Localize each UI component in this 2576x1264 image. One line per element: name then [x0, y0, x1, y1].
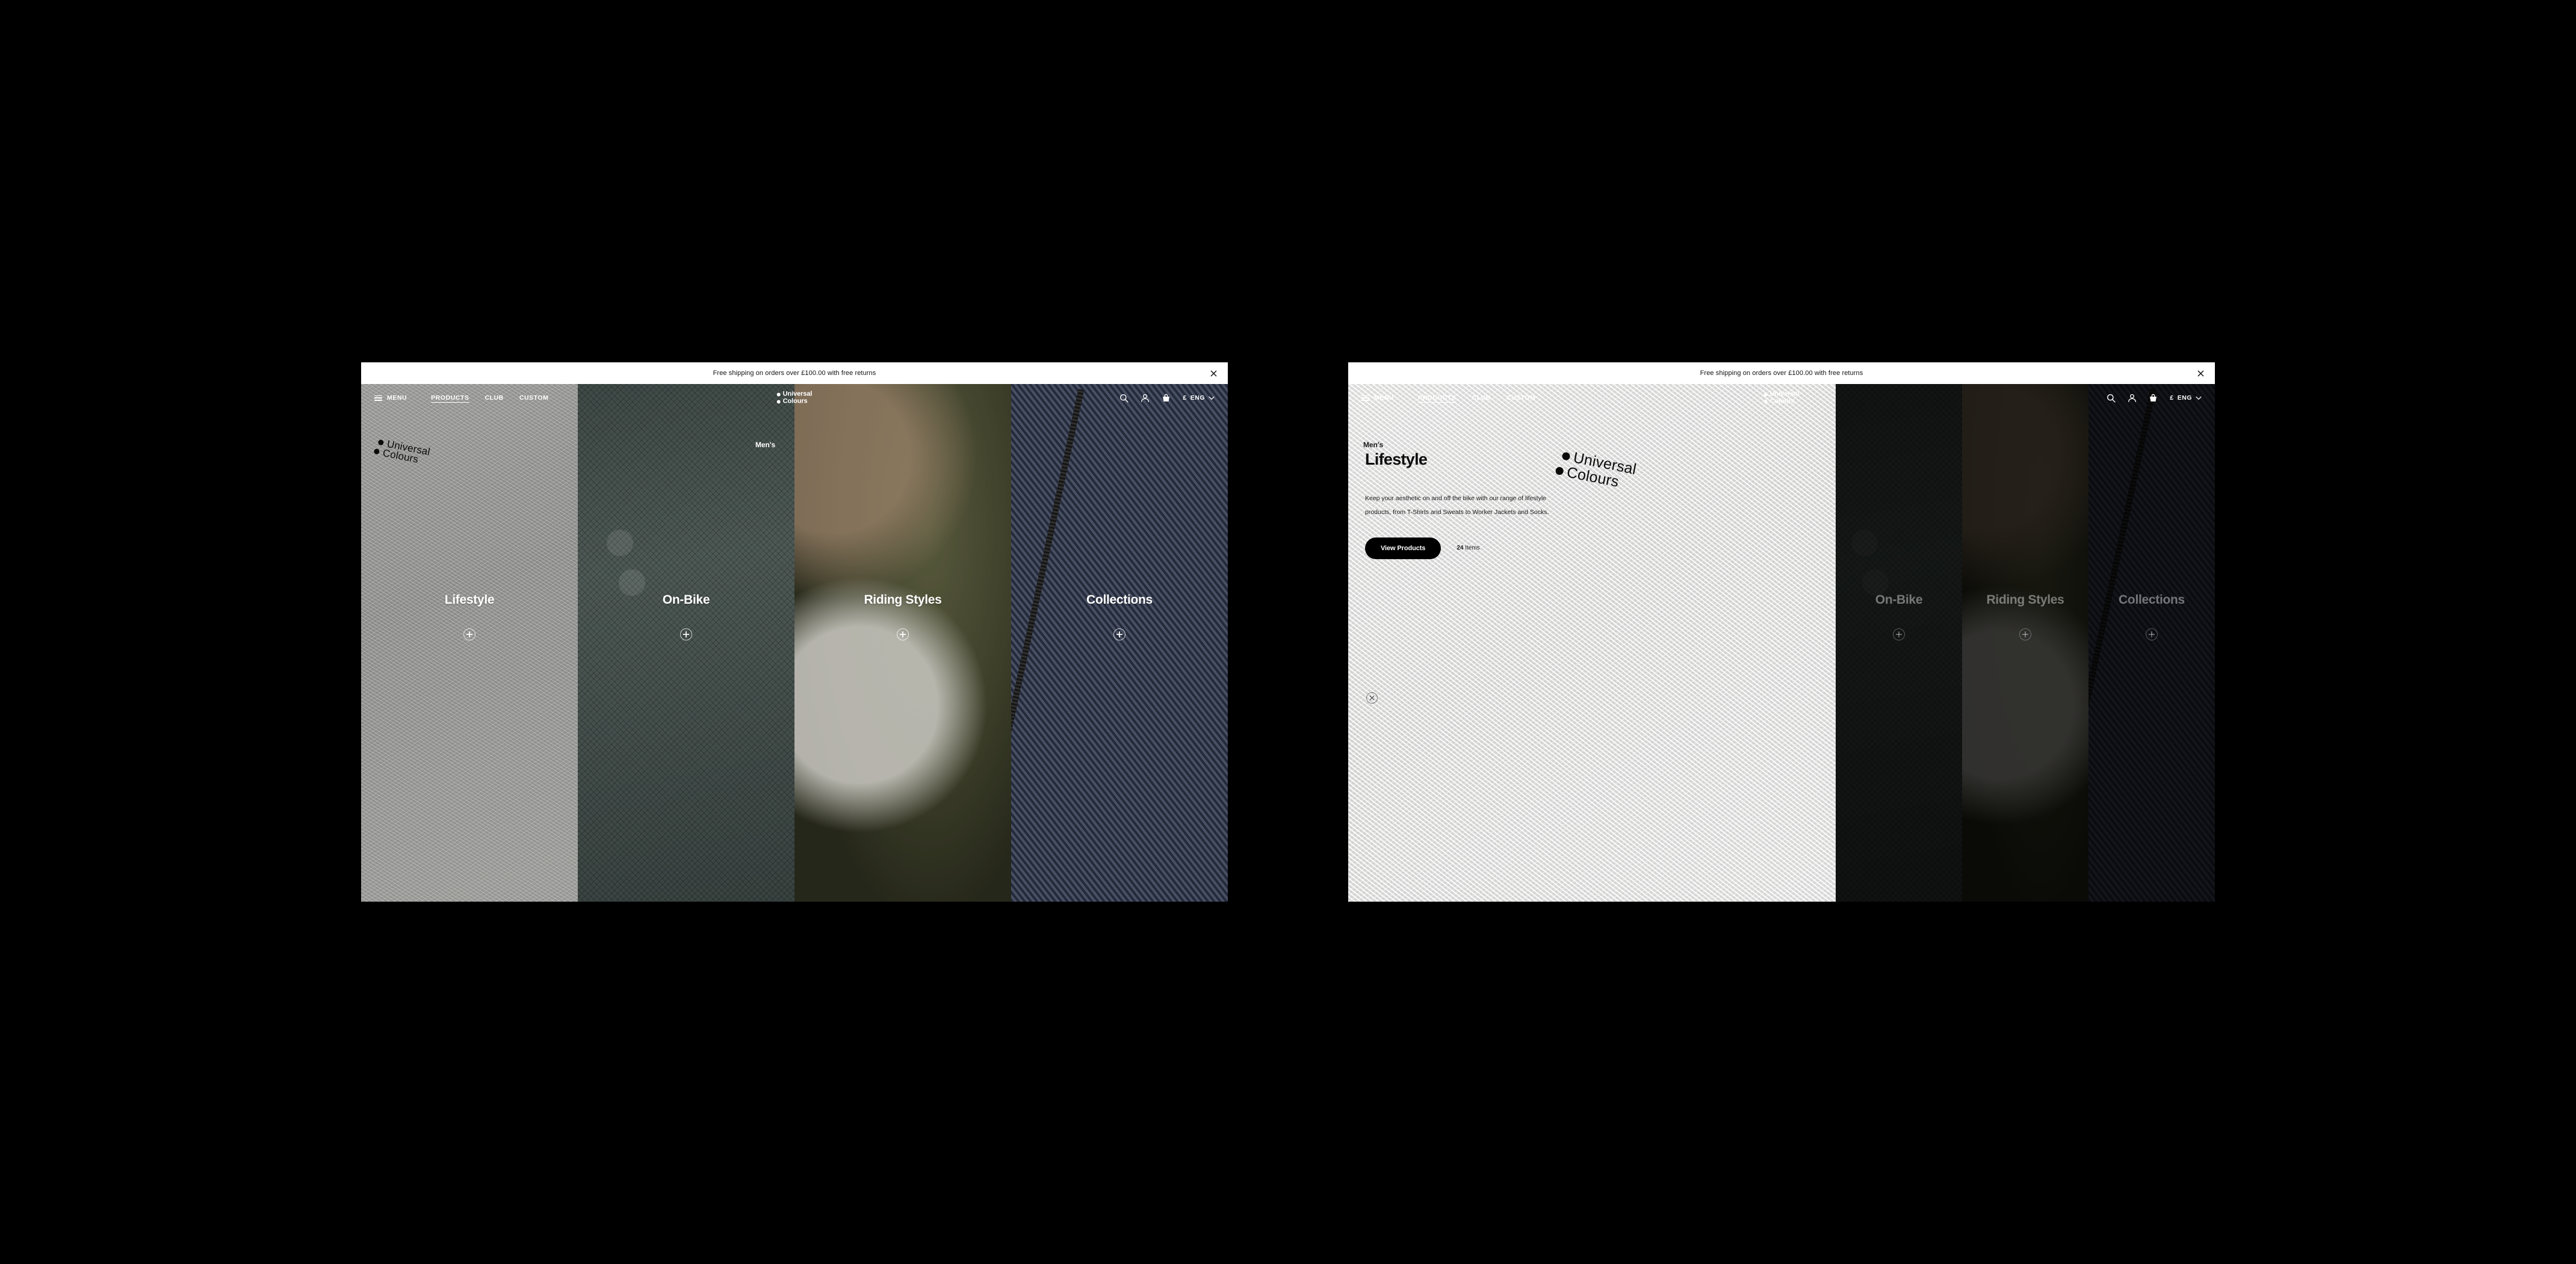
nav-link-club[interactable]: CLUB: [485, 394, 503, 401]
plus-circle-icon[interactable]: [2019, 628, 2031, 640]
category-title: Lifestyle: [444, 593, 495, 607]
brand-logo[interactable]: Universal Colours: [776, 390, 813, 405]
image-scrim: [1962, 384, 2088, 902]
image-scrim: [578, 384, 794, 902]
hamburger-icon: [1361, 395, 1369, 401]
menu-button[interactable]: MENU: [1361, 394, 1394, 401]
chevron-down-icon: [1209, 396, 1215, 400]
category-column-lifestyle[interactable]: Universal Colours Lifestyle: [361, 384, 578, 902]
expanded-title: Lifestyle: [1365, 450, 1428, 468]
currency-symbol: £: [2170, 394, 2174, 401]
currency-symbol: £: [1183, 394, 1187, 401]
category-column-riding-styles[interactable]: Riding Styles: [794, 384, 1011, 902]
locale-selector[interactable]: £ ENG: [1183, 394, 1215, 401]
category-column-collections[interactable]: Collections: [2088, 384, 2215, 902]
plus-circle-icon[interactable]: [1113, 628, 1125, 640]
category-column-riding-styles[interactable]: Riding Styles: [1962, 384, 2088, 902]
nav-left-group: MENU PRODUCTS CLUB CUSTOM: [1361, 394, 1535, 401]
brand-line-2: Colours: [1769, 397, 1795, 405]
nav-links: PRODUCTS CLUB CUSTOM: [431, 394, 548, 401]
nav-link-custom[interactable]: CUSTOM: [1506, 394, 1536, 401]
nav-links: PRODUCTS CLUB CUSTOM: [1418, 394, 1535, 401]
close-icon[interactable]: [1209, 368, 1218, 378]
category-title: On-Bike: [1875, 593, 1923, 607]
brand-dot-icon: [1763, 392, 1768, 396]
brand-logo[interactable]: Universal Colours: [1763, 390, 1800, 405]
category-column-on-bike[interactable]: On-Bike: [1836, 384, 1962, 902]
expanded-content: Lifestyle Keep your aesthetic on and off…: [1365, 451, 1624, 559]
category-columns: Universal Colours Lifestyle On-Bike Ridi…: [361, 384, 1228, 902]
announcement-text: Free shipping on orders over £100.00 wit…: [1700, 370, 1863, 377]
hamburger-icon: [374, 395, 382, 401]
nav-link-custom[interactable]: CUSTOM: [519, 394, 549, 401]
image-scrim: [1011, 384, 1228, 902]
view-products-button[interactable]: View Products: [1365, 537, 1441, 559]
image-scrim: [361, 384, 578, 902]
account-icon[interactable]: [1141, 394, 1150, 403]
expanded-actions: View Products 24 Items: [1365, 537, 1624, 559]
expanded-description: Keep your aesthetic on and off the bike …: [1365, 495, 1549, 516]
menu-label: MENU: [387, 394, 407, 401]
locale-selector[interactable]: £ ENG: [2170, 394, 2202, 401]
plus-circle-icon[interactable]: [897, 628, 909, 640]
image-scrim: [794, 384, 1011, 902]
announcement-bar: Free shipping on orders over £100.00 wit…: [1348, 362, 2215, 384]
menu-button[interactable]: MENU: [374, 394, 407, 401]
nav-link-products[interactable]: PRODUCTS: [1418, 394, 1456, 401]
gender-label[interactable]: Men's: [1363, 441, 1383, 449]
close-icon[interactable]: [2196, 368, 2205, 378]
brand-line-2: Colours: [782, 397, 808, 405]
item-count-number: 24: [1457, 545, 1464, 552]
announcement-text: Free shipping on orders over £100.00 wit…: [713, 370, 876, 377]
brand-line-1: Universal: [1769, 390, 1800, 398]
browser-panel-expanded: Free shipping on orders over £100.00 wit…: [1348, 362, 2215, 902]
browser-panel-default: Free shipping on orders over £100.00 wit…: [361, 362, 1228, 902]
plus-circle-icon[interactable]: [680, 628, 692, 640]
brand-dot-icon: [1763, 400, 1768, 403]
screenshot-stage: Free shipping on orders over £100.00 wit…: [0, 0, 2576, 1264]
close-circle-icon[interactable]: [1366, 692, 1378, 704]
account-icon[interactable]: [2128, 394, 2137, 403]
nav-link-products[interactable]: PRODUCTS: [431, 394, 469, 401]
category-title: On-Bike: [662, 593, 710, 607]
nav-right-group: £ ENG: [2107, 394, 2202, 403]
main-navigation: MENU PRODUCTS CLUB CUSTOM Universal Colo…: [361, 384, 1228, 412]
category-title: Collections: [2119, 593, 2185, 607]
image-scrim: [2088, 384, 2215, 902]
announcement-bar: Free shipping on orders over £100.00 wit…: [361, 362, 1228, 384]
category-title: Riding Styles: [1986, 593, 2064, 607]
expanded-category-panel: Universal Colours Lifestyle Keep your ae…: [1348, 384, 1836, 902]
category-title: Riding Styles: [864, 593, 942, 607]
nav-link-club[interactable]: CLUB: [1472, 394, 1490, 401]
item-count: 24 Items: [1457, 545, 1479, 551]
plus-circle-icon[interactable]: [463, 628, 475, 640]
brand-line-1: Universal: [782, 390, 813, 398]
language-code: ENG: [1190, 394, 1205, 401]
category-column-on-bike[interactable]: On-Bike: [578, 384, 794, 902]
brand-dot-icon: [776, 392, 781, 396]
plus-circle-icon[interactable]: [2146, 628, 2158, 640]
category-title: Collections: [1086, 593, 1153, 607]
main-navigation: MENU PRODUCTS CLUB CUSTOM Universal Colo…: [1348, 384, 2215, 412]
search-icon[interactable]: [2107, 394, 2116, 403]
image-scrim: [1836, 384, 1962, 902]
chevron-down-icon: [2196, 396, 2202, 400]
brand-dot-icon: [776, 400, 781, 403]
nav-left-group: MENU PRODUCTS CLUB CUSTOM: [374, 394, 548, 401]
plus-circle-icon[interactable]: [1893, 628, 1905, 640]
menu-label: MENU: [1374, 394, 1395, 401]
gender-label[interactable]: Men's: [755, 441, 775, 449]
search-icon[interactable]: [1119, 394, 1129, 403]
category-column-collections[interactable]: Collections: [1011, 384, 1228, 902]
basket-icon[interactable]: [1162, 394, 1171, 403]
item-count-label: Items: [1465, 545, 1480, 552]
nav-right-group: £ ENG: [1119, 394, 1215, 403]
language-code: ENG: [2177, 394, 2192, 401]
basket-icon[interactable]: [2149, 394, 2158, 403]
